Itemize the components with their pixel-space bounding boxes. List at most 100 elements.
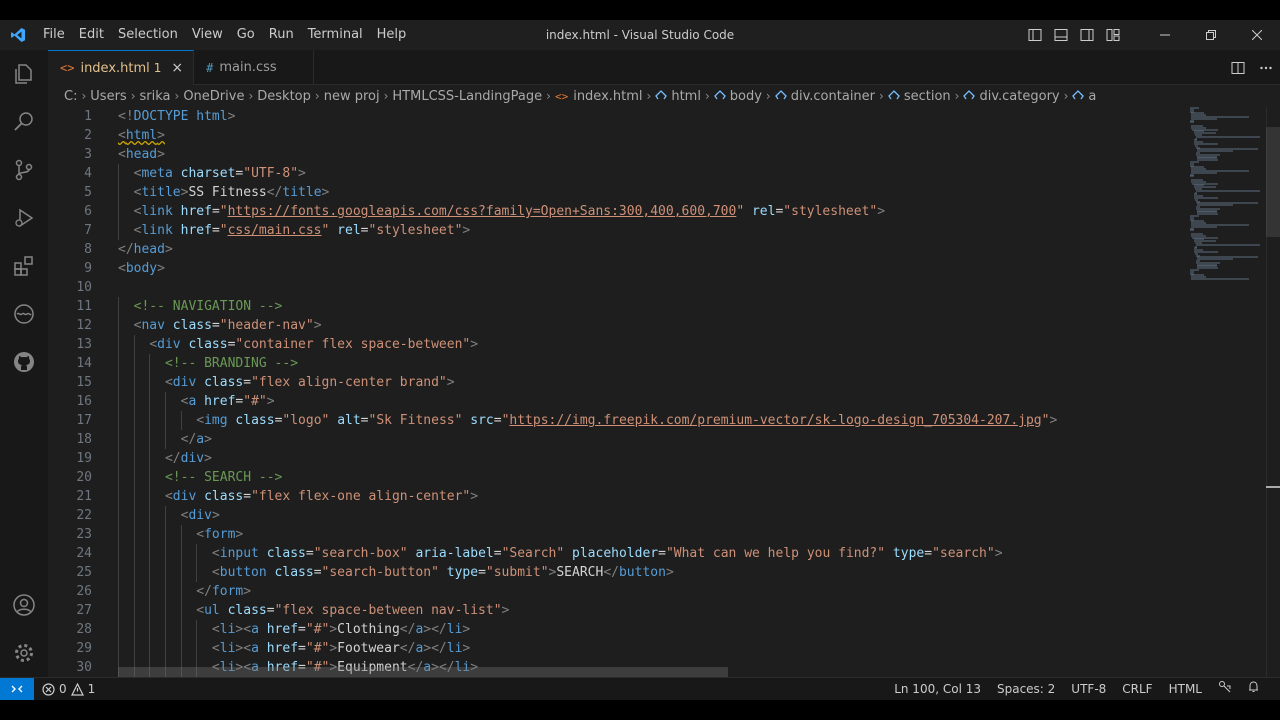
customize-layout-icon[interactable] bbox=[1100, 20, 1126, 50]
menu-go[interactable]: Go bbox=[230, 20, 262, 50]
accounts-icon[interactable] bbox=[0, 581, 48, 629]
vertical-scrollbar[interactable] bbox=[1266, 107, 1280, 677]
explorer-icon[interactable] bbox=[0, 50, 48, 98]
crumb-div-category[interactable]: div.category bbox=[963, 89, 1060, 104]
crumb-users[interactable]: Users bbox=[90, 89, 126, 104]
split-editor-icon[interactable] bbox=[1224, 50, 1252, 85]
tab-main-css[interactable]: # main.css bbox=[194, 50, 315, 85]
indent-guide bbox=[149, 468, 151, 487]
gear-icon[interactable] bbox=[0, 629, 48, 677]
crumb-section[interactable]: section bbox=[887, 89, 951, 104]
line-number: 6 bbox=[84, 204, 92, 219]
restore-button[interactable] bbox=[1188, 20, 1234, 50]
code-line[interactable]: <nav class="header-nav"> bbox=[118, 316, 1188, 335]
code-line[interactable] bbox=[118, 278, 1188, 297]
toggle-secondary-sidebar-icon[interactable] bbox=[1074, 20, 1100, 50]
activity-bar bbox=[0, 50, 48, 677]
code-area[interactable]: <!DOCTYPE html> <html> <head> <meta charse… bbox=[118, 107, 1188, 677]
code-line[interactable]: <div class="container flex space-between… bbox=[118, 335, 1188, 354]
code-line[interactable]: <!-- NAVIGATION --> bbox=[118, 297, 1188, 316]
indent-guide bbox=[133, 430, 135, 449]
menu-terminal[interactable]: Terminal bbox=[301, 20, 370, 50]
encoding[interactable]: UTF-8 bbox=[1063, 678, 1114, 700]
line-number: 29 bbox=[76, 641, 92, 656]
indent-guide bbox=[133, 639, 135, 658]
horizontal-scrollbar[interactable] bbox=[118, 667, 728, 677]
notifications-bell-icon[interactable] bbox=[1239, 678, 1268, 700]
cursor-position[interactable]: Ln 100, Col 13 bbox=[886, 678, 989, 700]
code-line[interactable]: </head> bbox=[118, 240, 1188, 259]
chevron-right-icon: › bbox=[1063, 89, 1069, 103]
crumb-body[interactable]: body bbox=[713, 89, 762, 104]
end-of-line[interactable]: CRLF bbox=[1114, 678, 1160, 700]
indentation[interactable]: Spaces: 2 bbox=[989, 678, 1063, 700]
code-line[interactable]: <form> bbox=[118, 525, 1188, 544]
tab-index-html[interactable]: <> index.html 1 × bbox=[48, 50, 195, 85]
crumb-user[interactable]: srika bbox=[140, 89, 171, 104]
run-debug-icon[interactable] bbox=[0, 194, 48, 242]
scrollbar-thumb[interactable] bbox=[1266, 127, 1280, 237]
language-mode[interactable]: HTML bbox=[1161, 678, 1210, 700]
menu-view[interactable]: View bbox=[185, 20, 230, 50]
crumb-project[interactable]: HTMLCSS-LandingPage bbox=[392, 89, 542, 104]
close-icon[interactable]: × bbox=[171, 60, 183, 76]
crumb-onedrive[interactable]: OneDrive bbox=[183, 89, 244, 104]
extensions-icon[interactable] bbox=[0, 242, 48, 290]
indent-guide bbox=[118, 373, 119, 392]
code-line[interactable]: <title>SS Fitness</title> bbox=[118, 183, 1188, 202]
search-icon[interactable] bbox=[0, 98, 48, 146]
close-window-button[interactable] bbox=[1234, 20, 1280, 50]
code-line[interactable]: </div> bbox=[118, 449, 1188, 468]
code-line[interactable]: <html> bbox=[118, 126, 1188, 145]
toggle-panel-icon[interactable] bbox=[1048, 20, 1074, 50]
minimap[interactable] bbox=[1190, 107, 1266, 297]
code-line[interactable]: <a href="#"> bbox=[118, 392, 1188, 411]
code-line[interactable]: <!DOCTYPE html> bbox=[118, 107, 1188, 126]
code-line[interactable]: </form> bbox=[118, 582, 1188, 601]
code-line[interactable]: <head> bbox=[118, 145, 1188, 164]
code-line[interactable]: <input class="search-box" aria-label="Se… bbox=[118, 544, 1188, 563]
menu-selection[interactable]: Selection bbox=[111, 20, 185, 50]
source-control-icon[interactable] bbox=[0, 146, 48, 194]
feedback-icon[interactable] bbox=[1210, 678, 1239, 700]
line-number: 27 bbox=[76, 603, 92, 618]
code-line[interactable]: <link href="https://fonts.googleapis.com… bbox=[118, 202, 1188, 221]
menu-edit[interactable]: Edit bbox=[72, 20, 111, 50]
code-line[interactable]: <body> bbox=[118, 259, 1188, 278]
more-actions-icon[interactable] bbox=[1252, 50, 1280, 85]
code-line[interactable]: <!-- BRANDING --> bbox=[118, 354, 1188, 373]
code-line[interactable]: <link href="css/main.css" rel="styleshee… bbox=[118, 221, 1188, 240]
code-line[interactable]: <ul class="flex space-between nav-list"> bbox=[118, 601, 1188, 620]
html-file-icon: <> bbox=[60, 61, 75, 75]
menu-run[interactable]: Run bbox=[262, 20, 301, 50]
code-line[interactable]: <li><a href="#">Clothing</a></li> bbox=[118, 620, 1188, 639]
crumb-a[interactable]: a bbox=[1072, 89, 1096, 104]
crumb-file[interactable]: <> index.html bbox=[555, 89, 643, 104]
problems-indicator[interactable]: 0 1 bbox=[34, 682, 95, 696]
code-line[interactable]: <li><a href="#">Footwear</a></li> bbox=[118, 639, 1188, 658]
crumb-drive[interactable]: C: bbox=[64, 89, 77, 104]
crumb-html[interactable]: html bbox=[655, 89, 701, 104]
activity-bar-bottom bbox=[0, 581, 48, 677]
crumb-div-container[interactable]: div.container bbox=[774, 89, 875, 104]
code-line[interactable]: <img class="logo" alt="Sk Fitness" src="… bbox=[118, 411, 1188, 430]
menu-help[interactable]: Help bbox=[370, 20, 414, 50]
remote-indicator-icon[interactable] bbox=[0, 678, 34, 700]
github-icon[interactable] bbox=[0, 338, 48, 386]
crumb-desktop[interactable]: Desktop bbox=[257, 89, 311, 104]
code-line[interactable]: <div class="flex flex-one align-center"> bbox=[118, 487, 1188, 506]
cursor-position-marker bbox=[1266, 486, 1280, 488]
crumb-new-proj[interactable]: new proj bbox=[324, 89, 380, 104]
toggle-primary-sidebar-icon[interactable] bbox=[1022, 20, 1048, 50]
code-line[interactable]: <div> bbox=[118, 506, 1188, 525]
code-line[interactable]: <!-- SEARCH --> bbox=[118, 468, 1188, 487]
code-line[interactable]: <div class="flex align-center brand"> bbox=[118, 373, 1188, 392]
menu-file[interactable]: File bbox=[36, 20, 72, 50]
code-editor[interactable]: 1 2 3 4 5 6 7 8 9 10 11 12 13 14 15 16 17 18 19 20 21 22 23 24 2… bbox=[48, 107, 1280, 677]
code-line[interactable]: <button class="search-button" type="subm… bbox=[118, 563, 1188, 582]
remote-explorer-icon[interactable] bbox=[0, 290, 48, 338]
minimize-button[interactable] bbox=[1142, 20, 1188, 50]
code-line[interactable]: </a> bbox=[118, 430, 1188, 449]
vscode-logo-icon[interactable] bbox=[0, 20, 36, 50]
code-line[interactable]: <meta charset="UTF-8"> bbox=[118, 164, 1188, 183]
